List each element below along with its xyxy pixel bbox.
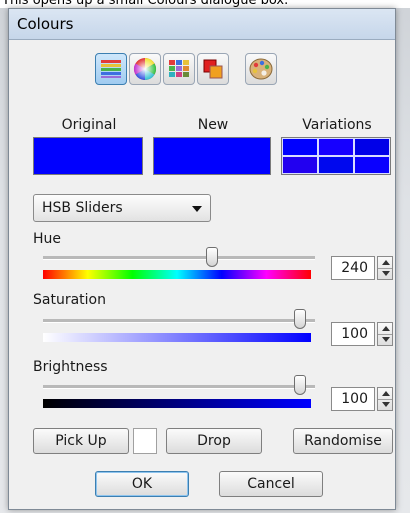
colours-dialog: Colours Original New Variations HSB Slid… — [8, 8, 396, 510]
dialog-title: Colours — [17, 15, 74, 33]
title-bar: Colours — [9, 9, 395, 40]
variations-grid — [281, 137, 391, 175]
palette-icon — [249, 58, 273, 80]
caption-text: This opens up a small Colours dialogue b… — [0, 0, 410, 8]
brightness-slider-track[interactable] — [43, 385, 315, 389]
hue-gradient-bar — [43, 270, 311, 279]
saturation-label: Saturation — [33, 292, 106, 308]
sliders-icon — [101, 60, 121, 78]
pick-up-button[interactable]: Pick Up — [33, 428, 129, 454]
randomise-button[interactable]: Randomise — [293, 428, 393, 454]
spinner-divider — [378, 399, 392, 400]
new-color-swatch — [153, 137, 271, 175]
brightness-slider-thumb[interactable] — [294, 375, 306, 395]
sliders-mode-button[interactable] — [95, 53, 127, 85]
variation-swatch[interactable] — [318, 156, 354, 174]
brightness-label: Brightness — [33, 359, 108, 375]
cancel-button[interactable]: Cancel — [219, 471, 323, 497]
hue-label: Hue — [33, 231, 62, 247]
picked-color-swatch — [133, 428, 157, 454]
original-color-swatch[interactable] — [33, 137, 143, 175]
hue-slider-track[interactable] — [43, 256, 315, 260]
arrow-down-icon — [382, 337, 390, 342]
hue-spinner[interactable] — [377, 256, 393, 280]
swatch-grid-icon — [169, 60, 189, 77]
color-layers-mode-button[interactable] — [197, 53, 229, 85]
arrow-up-icon — [382, 391, 390, 396]
color-wheel-mode-button[interactable] — [129, 53, 161, 85]
variation-swatch[interactable] — [318, 138, 354, 156]
saturation-slider-thumb[interactable] — [294, 309, 306, 329]
ok-button[interactable]: OK — [95, 471, 189, 497]
color-layers-icon — [203, 59, 223, 79]
new-label: New — [197, 117, 229, 133]
variation-swatch[interactable] — [282, 156, 318, 174]
arrow-up-icon — [382, 326, 390, 331]
variation-swatch[interactable] — [354, 138, 390, 156]
color-wheel-icon — [134, 58, 156, 80]
arrow-down-icon — [382, 402, 390, 407]
arrow-up-icon — [382, 260, 390, 265]
saturation-slider-track[interactable] — [43, 319, 315, 323]
drop-button[interactable]: Drop — [166, 428, 262, 454]
variations-label: Variations — [302, 117, 372, 133]
saturation-gradient-bar — [43, 333, 311, 342]
slider-mode-dropdown[interactable]: HSB Sliders — [33, 194, 211, 222]
brightness-spinner[interactable] — [377, 387, 393, 411]
brightness-gradient-bar — [43, 399, 311, 408]
palette-mode-button[interactable] — [245, 53, 277, 85]
arrow-down-icon — [382, 271, 390, 276]
dropdown-value: HSB Sliders — [42, 200, 123, 216]
variation-swatch[interactable] — [354, 156, 390, 174]
original-label: Original — [61, 117, 117, 133]
hue-slider-thumb[interactable] — [206, 247, 218, 267]
saturation-value-field[interactable]: 100 — [331, 322, 375, 346]
saturation-spinner[interactable] — [377, 322, 393, 346]
brightness-value-field[interactable]: 100 — [331, 387, 375, 411]
hue-value-field[interactable]: 240 — [331, 256, 375, 280]
chevron-down-icon — [192, 206, 202, 212]
spinner-divider — [378, 268, 392, 269]
spinner-divider — [378, 334, 392, 335]
variation-swatch[interactable] — [282, 138, 318, 156]
swatch-grid-mode-button[interactable] — [163, 53, 195, 85]
